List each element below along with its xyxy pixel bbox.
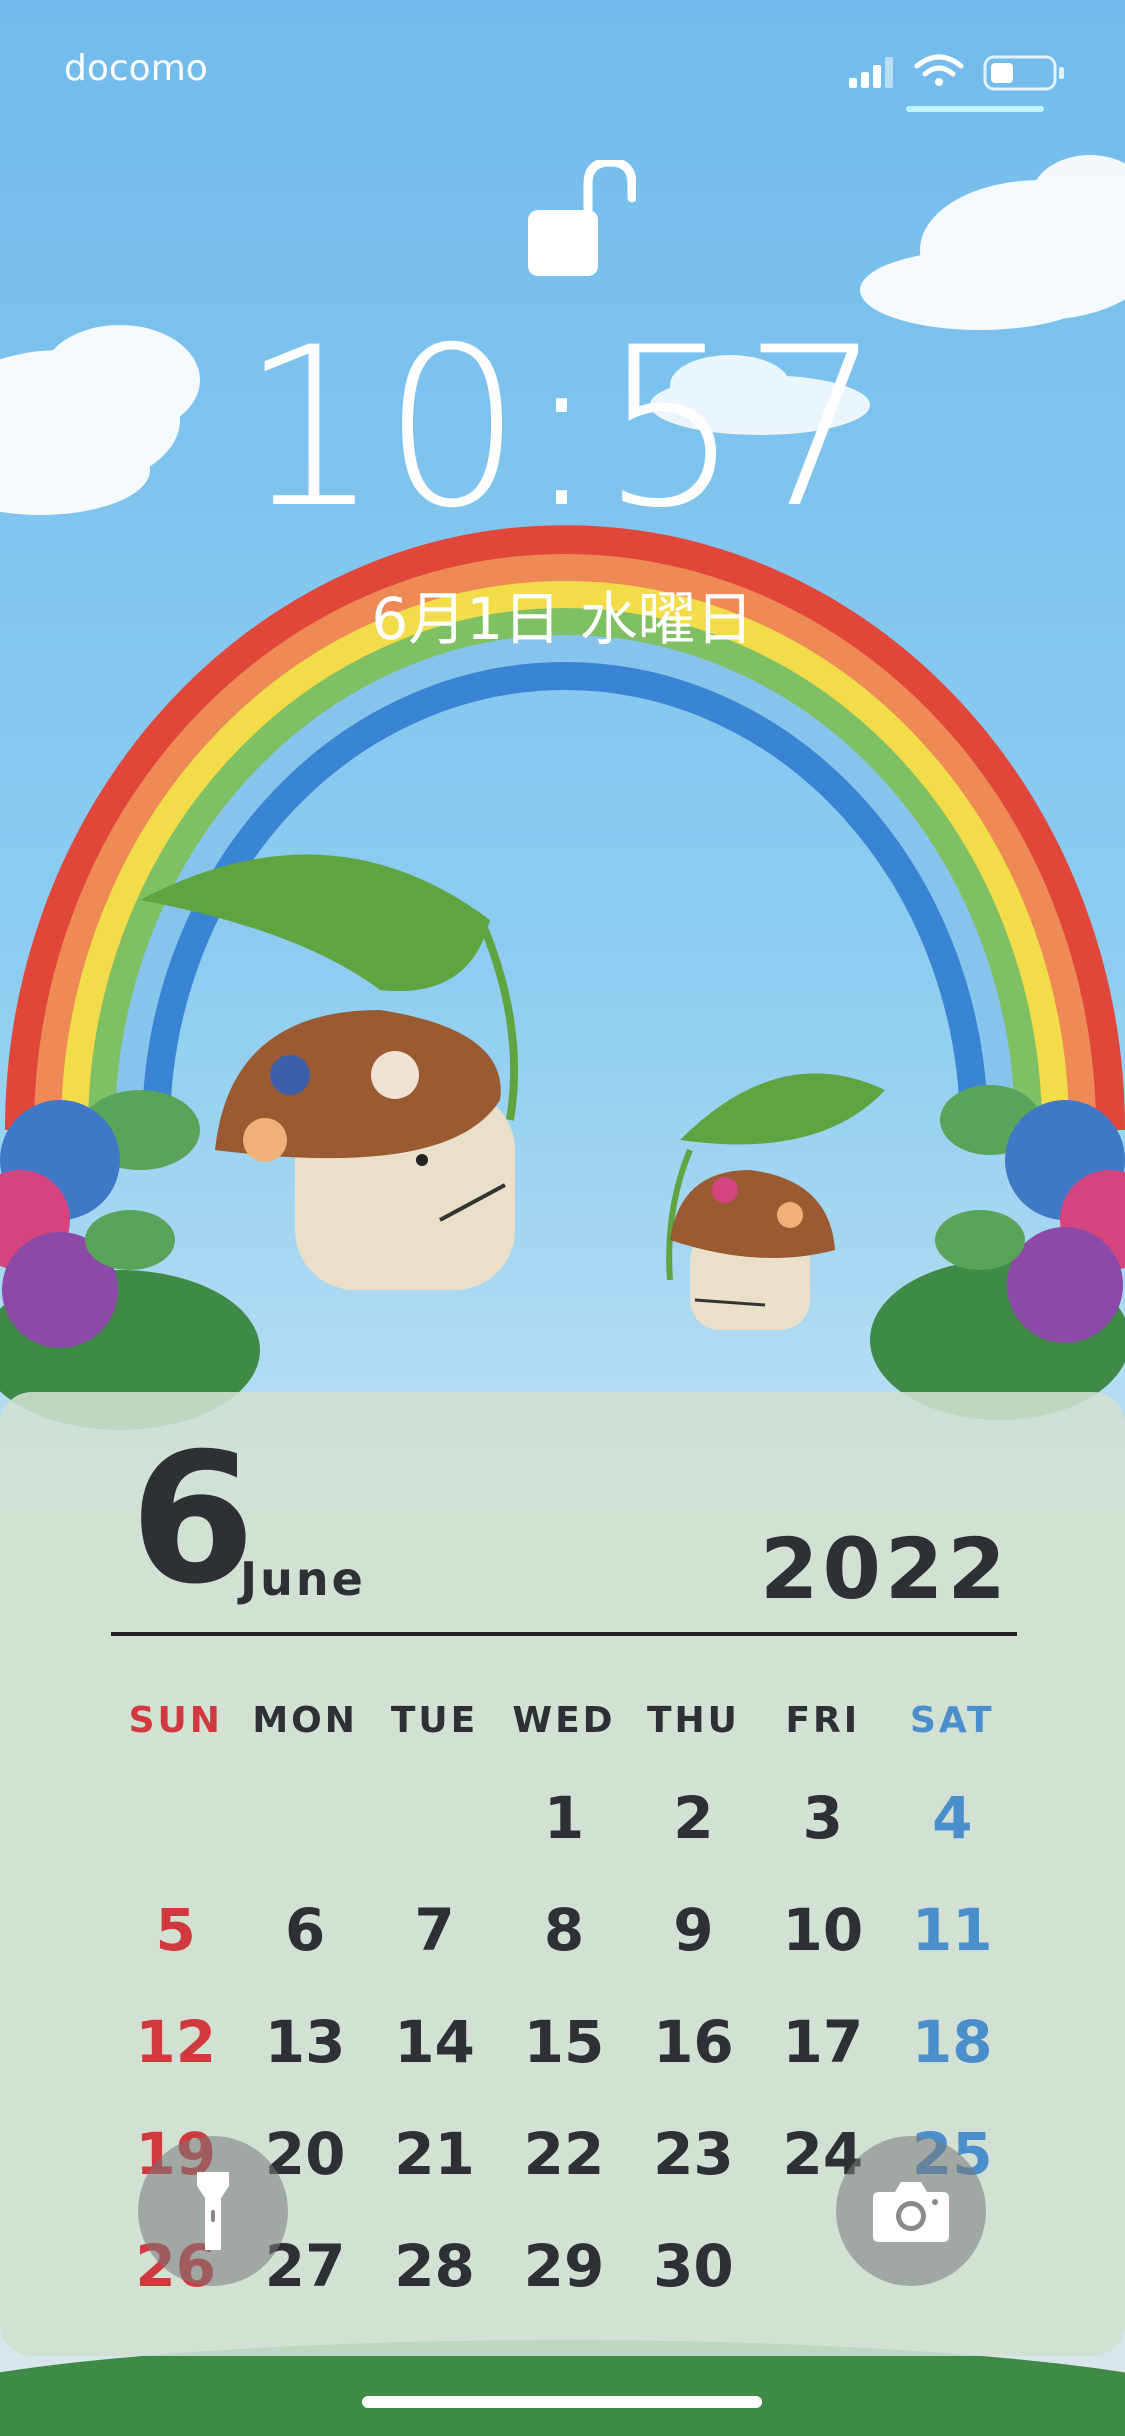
calendar-day: 16 bbox=[653, 2008, 734, 2076]
calendar-day: 3 bbox=[802, 1784, 844, 1852]
calendar-day: 14 bbox=[394, 2008, 475, 2076]
home-indicator[interactable] bbox=[362, 2396, 762, 2408]
camera-button[interactable] bbox=[836, 2136, 986, 2286]
calendar-day: 10 bbox=[782, 1896, 864, 1964]
calendar-day: 30 bbox=[653, 2232, 734, 2300]
calendar-day: 11 bbox=[911, 1896, 993, 1964]
mushroom-character-small bbox=[666, 1073, 885, 1330]
calendar-day: 1 bbox=[543, 1784, 585, 1852]
calendar-divider bbox=[111, 1632, 1017, 1636]
status-icons bbox=[849, 48, 1079, 98]
calendar-day: 21 bbox=[394, 2120, 475, 2188]
cellular-signal-icon bbox=[849, 57, 893, 88]
calendar-day: 13 bbox=[264, 2008, 346, 2076]
weekday-sun: SUN bbox=[128, 1700, 223, 1741]
calendar-day: 9 bbox=[673, 1896, 714, 1964]
calendar-day: 6 bbox=[284, 1896, 326, 1964]
calendar-day: 7 bbox=[414, 1896, 455, 1964]
calendar-month-name: June bbox=[240, 1552, 366, 1606]
weekday-fri: FRI bbox=[785, 1700, 861, 1741]
calendar-day bbox=[111, 1788, 240, 1848]
flashlight-button[interactable] bbox=[138, 2136, 288, 2286]
calendar-day: 5 bbox=[155, 1896, 196, 1964]
calendar-day: 29 bbox=[523, 2232, 605, 2300]
calendar-day: 22 bbox=[523, 2120, 605, 2188]
calendar-weekday-header: SUN MON TUE WED THU FRI SAT bbox=[111, 1700, 1017, 1750]
flashlight-icon bbox=[197, 2172, 229, 2250]
weekday-thu: THU bbox=[646, 1700, 740, 1741]
lock-screen-time: 10:57 bbox=[240, 300, 885, 556]
wifi-icon bbox=[914, 54, 964, 86]
calendar-month-number: 6 bbox=[130, 1415, 256, 1624]
battery-icon bbox=[983, 55, 1064, 91]
calendar-year: 2022 bbox=[760, 1520, 1010, 1618]
carrier-label: docomo bbox=[64, 48, 208, 89]
calendar-day: 18 bbox=[911, 2008, 993, 2076]
weekday-sat: SAT bbox=[909, 1700, 995, 1741]
calendar-day: 12 bbox=[135, 2008, 217, 2076]
calendar-day bbox=[370, 1788, 499, 1848]
hydrangea-right bbox=[870, 1085, 1125, 1420]
cloud-right bbox=[860, 155, 1125, 330]
weekday-mon: MON bbox=[252, 1700, 358, 1741]
calendar-day: 2 bbox=[673, 1784, 714, 1852]
calendar-day: 15 bbox=[523, 2008, 605, 2076]
status-underline bbox=[906, 106, 1044, 112]
calendar-day: 28 bbox=[394, 2232, 475, 2300]
weekday-tue: TUE bbox=[390, 1700, 479, 1741]
calendar-day: 17 bbox=[782, 2008, 864, 2076]
lock-screen-date: 6月1日 水曜日 bbox=[371, 585, 754, 653]
calendar-day: 23 bbox=[653, 2120, 734, 2188]
calendar-day: 8 bbox=[543, 1896, 585, 1964]
weekday-wed: WED bbox=[512, 1700, 616, 1741]
calendar-day: 4 bbox=[932, 1784, 973, 1852]
calendar-day bbox=[240, 1788, 369, 1848]
camera-icon bbox=[873, 2182, 949, 2242]
unlocked-padlock-icon bbox=[526, 157, 637, 280]
